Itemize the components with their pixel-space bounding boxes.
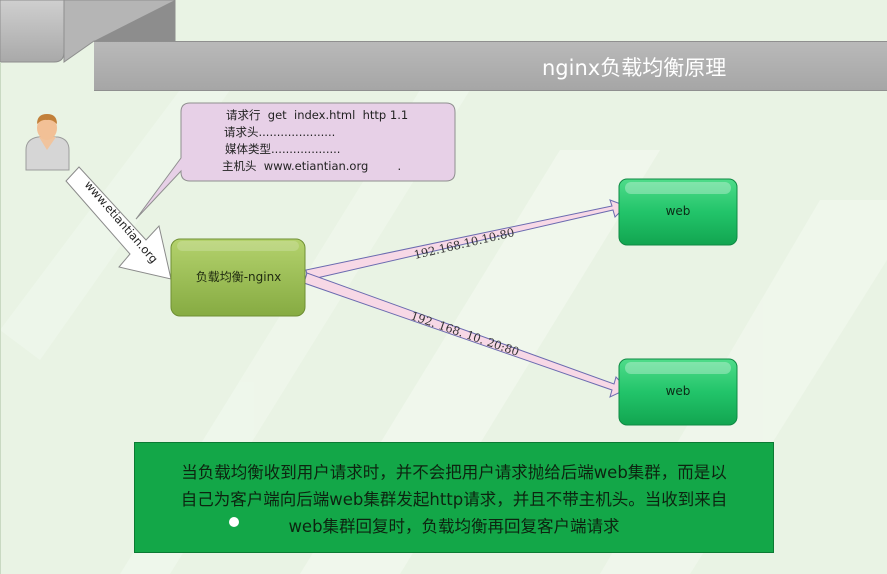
explanation-line-2: 自己为客户端向后端web集群发起http请求，并且不带主机头。当收到来自 [180, 490, 728, 509]
web-server-1-label: web [665, 204, 691, 218]
user-icon [25, 114, 70, 171]
request-header-line: 请求头..................... [224, 125, 336, 139]
host-header-line: 主机头 www.etiantian.org . [222, 159, 402, 173]
title-bar [94, 41, 887, 91]
explanation-text: 当负载均衡收到用户请求时，并不会把用户请求抛给后端web集群，而是以 自己为客户… [138, 459, 770, 540]
bullet-point [229, 517, 239, 527]
request-line: 请求行 get index.html http 1.1 [226, 108, 409, 122]
explanation-line-1: 当负载均衡收到用户请求时，并不会把用户请求抛给后端web集群，而是以 [181, 463, 727, 482]
diagram-canvas: www.etiantian.org 192.168.10.10:80 192. … [0, 0, 887, 574]
request-bubble-text: 请求行 get index.html http 1.1 请求头.........… [190, 107, 445, 175]
load-balancer-label: 负载均衡-nginx [195, 270, 282, 284]
web-server-2-label: web [665, 384, 691, 398]
page-title: nginx负载均衡原理 [542, 56, 727, 80]
media-type-line: 媒体类型................... [225, 142, 341, 156]
